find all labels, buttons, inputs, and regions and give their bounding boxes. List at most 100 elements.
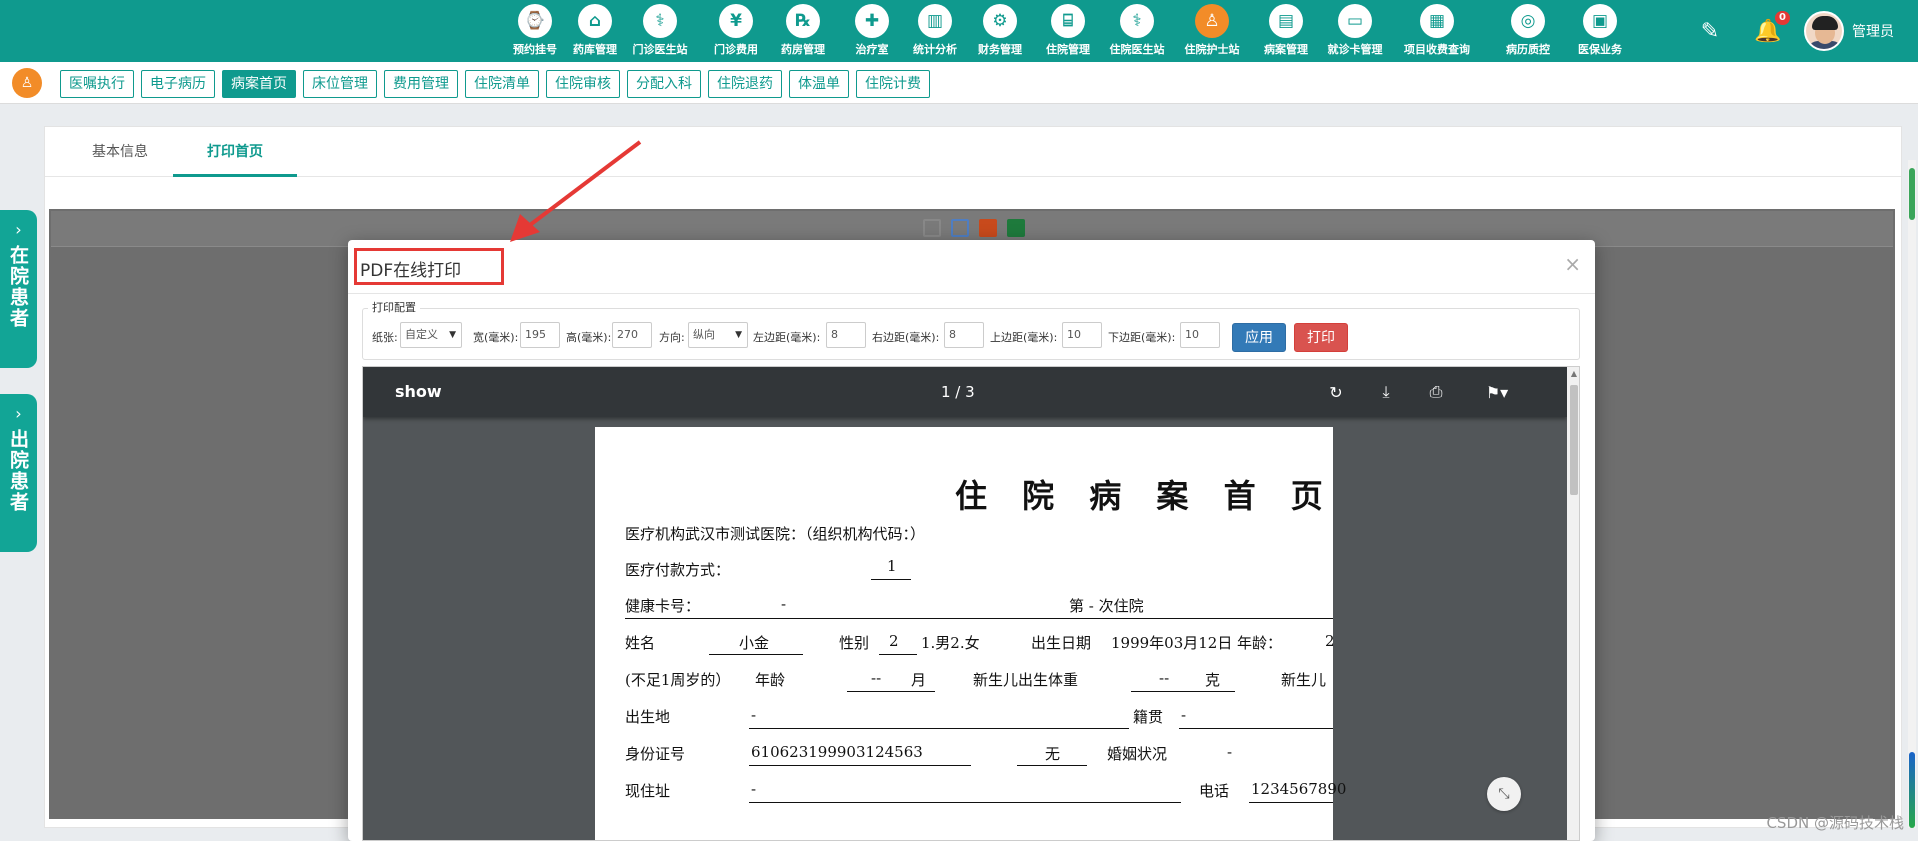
module-icon: ⚕	[1120, 4, 1154, 38]
sub-tab[interactable]: 电子病历	[141, 70, 215, 98]
username[interactable]: 管理员	[1852, 21, 1894, 41]
tab-basic-info[interactable]: 基本信息	[65, 127, 175, 177]
download-icon[interactable]: ⤓	[1375, 381, 1397, 403]
bookmark-icon[interactable]: ⚑▾	[1477, 381, 1517, 403]
paper-select-value: 自定义	[405, 328, 438, 341]
rotate-icon[interactable]: ↻	[1325, 381, 1347, 403]
underline	[749, 765, 971, 766]
sub-tab[interactable]: 住院计费	[856, 70, 930, 98]
nav-item[interactable]: ▣ 医保业务	[1562, 0, 1638, 62]
pdf-icon[interactable]	[979, 219, 997, 237]
sub-tab[interactable]: 床位管理	[303, 70, 377, 98]
pdf-scrollbar-thumb[interactable]	[1570, 385, 1578, 495]
phone-label: 电话	[1199, 782, 1230, 800]
birth-label: 出生日期	[1031, 634, 1092, 652]
module-icon: ▤	[1269, 4, 1303, 38]
bottom-margin-input[interactable]: 10	[1180, 322, 1220, 348]
close-icon[interactable]: ×	[1564, 252, 1581, 276]
page-scrollbar-thumb[interactable]	[1909, 168, 1915, 220]
health-card-label: 健康卡号：	[625, 597, 701, 615]
left-margin-input[interactable]: 8	[826, 322, 866, 348]
nav-item-label: 预约挂号	[513, 43, 557, 56]
nav-item-label: 就诊卡管理	[1327, 43, 1383, 56]
newborn-weight-value: --	[1159, 669, 1170, 687]
page-scrollbar-indicator	[1909, 752, 1915, 828]
nav-item[interactable]: ¥ 门诊费用	[698, 0, 774, 62]
bell-icon[interactable]: 🔔 0	[1754, 11, 1790, 45]
newborn-weight-label: 新生儿出生体重	[973, 671, 1079, 689]
side-tab-discharged[interactable]: › 出院患者	[0, 394, 37, 552]
payment-label: 医疗付款方式：	[625, 561, 731, 579]
id-value: 610623199903124563	[751, 743, 923, 761]
nav-item[interactable]: ▭ 就诊卡管理	[1317, 0, 1393, 62]
page-scrollbar[interactable]	[1908, 160, 1916, 828]
avatar[interactable]	[1804, 11, 1844, 51]
printer-icon[interactable]	[951, 219, 969, 237]
scroll-up-icon[interactable]: ▲	[1568, 369, 1579, 381]
apply-button[interactable]: 应用	[1232, 323, 1286, 352]
pdf-print-dialog: PDF在线打印 × 打印配置 纸张: 自定义 ▼ 宽(毫米): 195 高(毫米)…	[348, 240, 1595, 841]
module-icon: ¥	[719, 4, 753, 38]
orientation-label: 方向:	[659, 331, 685, 344]
underline	[1179, 728, 1333, 729]
nav-item-label: 药库管理	[573, 43, 617, 56]
nav-item[interactable]: ▤ 病案管理	[1248, 0, 1324, 62]
sex-note: 1.男2.女	[921, 634, 980, 652]
underline	[847, 691, 935, 692]
nav-item[interactable]: ℞ 药房管理	[765, 0, 841, 62]
excel-icon[interactable]	[1007, 219, 1025, 237]
sub-tab[interactable]: 住院清单	[465, 70, 539, 98]
birth-value: 1999年03月12日	[1111, 634, 1233, 652]
gram-unit: 克	[1205, 671, 1221, 689]
top-margin-input[interactable]: 10	[1062, 322, 1102, 348]
infant-label: (不足1周岁的）	[625, 671, 731, 689]
nav-item-label: 住院管理	[1046, 43, 1090, 56]
document-title: 住 院 病 案 首 页	[955, 477, 1335, 515]
width-input[interactable]: 195	[520, 322, 560, 348]
underline	[871, 579, 911, 580]
underline	[1017, 765, 1087, 766]
tab-print-home[interactable]: 打印首页	[173, 127, 297, 177]
fit-page-icon[interactable]: ⤡	[1487, 777, 1521, 811]
module-icon: ⌂	[578, 4, 612, 38]
nav-item[interactable]: ⚕ 住院医生站	[1099, 0, 1175, 62]
sub-tab[interactable]: 体温单	[789, 70, 849, 98]
underline	[879, 654, 917, 655]
module-icon: ♙	[1195, 4, 1229, 38]
nav-item[interactable]: ⌸ 住院管理	[1030, 0, 1106, 62]
page-setup-icon[interactable]	[923, 219, 941, 237]
printer-icon[interactable]: ⎙	[1425, 381, 1447, 403]
print-button[interactable]: 打印	[1294, 323, 1348, 352]
module-icon: ⌚	[518, 4, 552, 38]
sub-tabs: 医嘱执行 电子病历 病案首页 床位管理 费用管理 住院清单 住院审核 分配入科 住院退药 体温单住…	[60, 70, 937, 98]
top-navbar: ⌚ 预约挂号 ⌂ 药库管理 ⚕ 门诊医生站 ¥ 门诊费用 ℞ 药房管理 ✚ 治疗室 ▥ 统计分析 ⚙ 财务管理…	[0, 0, 1918, 62]
module-icon: ⌸	[1051, 4, 1085, 38]
dialog-header: PDF在线打印 ×	[348, 240, 1595, 294]
nav-item[interactable]: ⚙ 财务管理	[962, 0, 1038, 62]
height-input[interactable]: 270	[612, 322, 652, 348]
orientation-select[interactable]: 纵向 ▼	[688, 322, 748, 348]
module-icon: ⚕	[643, 4, 677, 38]
nav-item[interactable]: ◎ 病历质控	[1490, 0, 1566, 62]
sub-tab[interactable]: 医嘱执行	[60, 70, 134, 98]
pdf-page: 住 院 病 案 首 页 医疗机构武汉市测试医院：（组织机构代码：） 医疗付款方式…	[595, 427, 1346, 840]
sub-tab[interactable]: 住院审核	[546, 70, 620, 98]
top-margin-label: 上边距(毫米):	[990, 331, 1058, 344]
nav-item-label: 住院护士站	[1184, 43, 1240, 56]
nav-item[interactable]: ⚕ 门诊医生站	[622, 0, 698, 62]
module-icon: ℞	[786, 4, 820, 38]
underline	[749, 802, 1181, 803]
nav-item[interactable]: ▦ 项目收费查询	[1399, 0, 1475, 62]
paper-select[interactable]: 自定义 ▼	[400, 322, 462, 348]
sub-tab[interactable]: 住院退药	[708, 70, 782, 98]
side-tab-inpatients-label: 在院患者	[7, 245, 29, 329]
sub-tab[interactable]: 费用管理	[384, 70, 458, 98]
side-tab-inpatients[interactable]: › 在院患者	[0, 210, 37, 368]
underline	[1249, 802, 1333, 803]
sub-tab[interactable]: 病案首页	[222, 70, 296, 98]
nav-item[interactable]: ♙ 住院护士站	[1174, 0, 1250, 62]
pencil-icon[interactable]: ✎	[1696, 17, 1724, 45]
sub-tab[interactable]: 分配入科	[627, 70, 701, 98]
nav-item-label: 统计分析	[913, 43, 957, 56]
right-margin-input[interactable]: 8	[944, 322, 984, 348]
